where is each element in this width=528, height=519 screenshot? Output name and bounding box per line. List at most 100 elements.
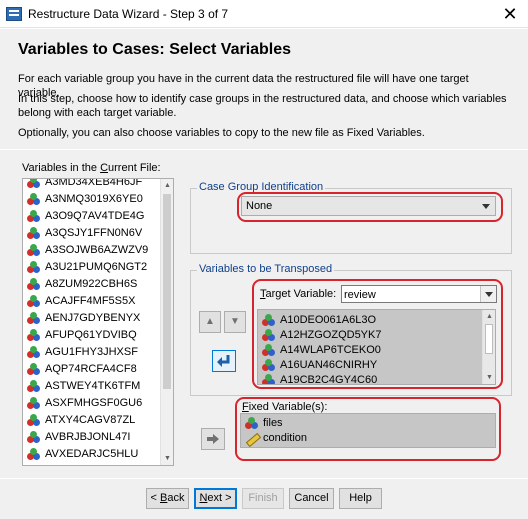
move-to-transposed-button[interactable] [212,350,236,372]
fixed-variables-list[interactable]: files condition [240,413,496,448]
chevron-down-icon[interactable] [480,286,496,302]
list-item[interactable]: AFUPQ61YDVIBQ [23,326,161,343]
list-item-label: A16UAN46CNIRHY [280,358,378,371]
list-item[interactable]: A8ZUM922CBH6S [23,275,161,292]
transposed-scrollbar[interactable]: ▲ ▼ [482,310,495,384]
list-item-label: A3U21PUMQ6NGT2 [45,260,148,273]
list-item[interactable]: A12HZGOZQD5YK7 [258,327,484,342]
list-item-label: A19CB2C4GY4C60 [280,373,378,385]
cancel-button[interactable]: Cancel [289,488,334,509]
nominal-variable-icon [27,362,41,375]
list-item[interactable]: ACAJFF4MF5S5X [23,292,161,309]
nominal-variable-icon [27,447,41,460]
fixed-items: files condition [241,415,491,445]
nominal-variable-icon [27,209,41,222]
list-item-label: A10DEO061A6L3O [280,313,377,326]
scroll-thumb[interactable] [163,194,171,389]
move-to-fixed-button[interactable] [201,428,225,450]
list-item[interactable]: A16UAN46CNIRHY [258,357,484,372]
list-item[interactable]: condition [241,430,491,445]
list-item[interactable]: A3NMQ3019X6YE0 [23,190,161,207]
move-down-button[interactable]: ▼ [224,311,246,333]
nominal-variable-icon [27,430,41,443]
case-group-title: Case Group Identification [197,181,326,193]
return-arrow-icon [217,355,230,367]
fixed-variables-label: Fixed Variable(s): [242,401,328,413]
list-item-label: A3QSJY1FFN0N6V [45,226,143,239]
list-item-label: ASTWEY4TK6TFM [45,379,141,392]
list-item-label: A3NMQ3019X6YE0 [45,192,143,205]
case-group-value: None [246,200,273,212]
list-item-label: ASXFMHGSF0GU6 [45,396,143,409]
nominal-variable-icon [27,379,41,392]
nominal-variable-icon [262,328,276,341]
list-item[interactable]: ATXY4CAGV87ZL [23,411,161,428]
list-item-label: A14WLAP6TCEKO0 [280,343,381,356]
arrow-right-icon [207,434,219,444]
list-item[interactable]: A3SOJWB6AZWZV9 [23,241,161,258]
list-item[interactable]: A3O9Q7AV4TDE4G [23,207,161,224]
footer-divider [0,478,528,479]
list-item[interactable]: A14WLAP6TCEKO0 [258,342,484,357]
target-variable-combo[interactable] [341,285,497,303]
window-title: Restructure Data Wizard - Step 3 of 7 [28,7,229,21]
arrow-down-icon: ▼ [230,316,240,327]
current-file-scrollbar[interactable]: ▲ ▼ [160,179,173,465]
list-item-label: AENJ7GDYBENYX [45,311,141,324]
scroll-down-icon[interactable]: ▼ [483,371,495,384]
transposed-list[interactable]: A10DEO061A6L3O A12HZGOZQD5YK7 A14WLAP6TCEK… [257,309,496,385]
list-item-label: AVBRJBJONL47I [45,430,131,443]
list-item-label: ACAJFF4MF5S5X [45,294,136,307]
close-button[interactable]: ✕ [500,4,520,24]
back-button[interactable]: < Back [146,488,189,509]
list-item[interactable]: files [241,415,491,430]
scroll-thumb[interactable] [485,324,493,354]
nominal-variable-icon [27,192,41,205]
arrow-up-icon: ▲ [205,316,215,327]
list-item[interactable]: AZLZA0Q87TJZO [23,462,161,465]
current-file-items: A3MD34XEB4H6JF A3NMQ3019X6YE0 A3O9Q7AV4TDE… [23,178,161,465]
scale-variable-icon [245,432,259,444]
list-item[interactable]: AVBRJBJONL47I [23,428,161,445]
nominal-variable-icon [27,345,41,358]
scroll-up-icon[interactable]: ▲ [483,310,495,323]
optional-text: Optionally, you can also choose variable… [18,127,425,139]
target-variable-input[interactable] [344,288,479,302]
list-item[interactable]: A19CB2C4GY4C60 [258,372,484,385]
list-item[interactable]: AGU1FHY3JHXSF [23,343,161,360]
list-item-label: AFUPQ61YDVIBQ [45,328,137,341]
nominal-variable-icon [262,313,276,326]
help-button[interactable]: Help [339,488,382,509]
list-item[interactable]: ASTWEY4TK6TFM [23,377,161,394]
list-item[interactable]: ASXFMHGSF0GU6 [23,394,161,411]
instruction-text: In this step, choose how to identify cas… [18,93,507,119]
nominal-variable-icon [27,294,41,307]
list-item-label: AGU1FHY3JHXSF [45,345,138,358]
next-button[interactable]: Next > [194,488,237,509]
list-item[interactable]: A3QSJY1FFN0N6V [23,224,161,241]
move-up-button[interactable]: ▲ [199,311,221,333]
nominal-variable-icon [27,311,41,324]
list-item[interactable]: AVXEDARJC5HLU [23,445,161,462]
scroll-down-icon[interactable]: ▼ [161,452,173,465]
list-item-label: A3O9Q7AV4TDE4G [45,209,145,222]
list-item-label: A3MD34XEB4H6JF [45,178,143,188]
scroll-up-icon[interactable]: ▲ [161,179,173,192]
app-icon [6,7,22,21]
current-file-list[interactable]: A3MD34XEB4H6JF A3NMQ3019X6YE0 A3O9Q7AV4TDE… [22,178,174,466]
list-item[interactable]: A3U21PUMQ6NGT2 [23,258,161,275]
nominal-variable-icon [27,396,41,409]
case-group-select[interactable]: None [241,196,496,216]
nominal-variable-icon [262,373,276,384]
list-item-label: A12HZGOZQD5YK7 [280,328,382,341]
nominal-variable-icon [27,243,41,256]
list-item[interactable]: AENJ7GDYBENYX [23,309,161,326]
list-item[interactable]: A10DEO061A6L3O [258,312,484,327]
transposed-items: A10DEO061A6L3O A12HZGOZQD5YK7 A14WLAP6TCEK… [258,312,484,385]
wizard-body: Variables to Cases: Select Variables For… [0,29,528,519]
nominal-variable-icon [27,277,41,290]
list-item[interactable]: AQP74RCFA4CF8 [23,360,161,377]
nominal-variable-icon [27,413,41,426]
list-item[interactable]: A3MD34XEB4H6JF [23,178,161,190]
finish-button[interactable]: Finish [242,488,284,509]
